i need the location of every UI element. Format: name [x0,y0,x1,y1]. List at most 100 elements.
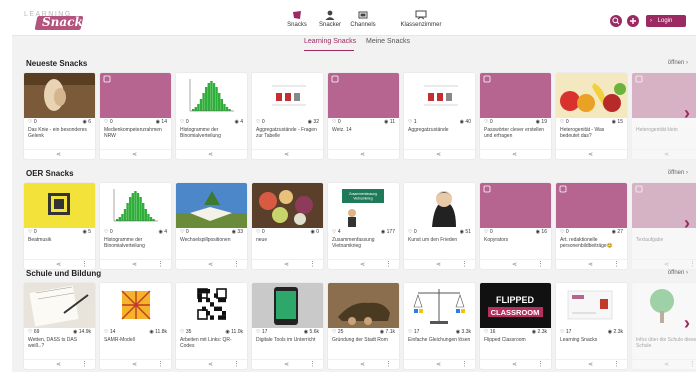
nav-channels[interactable]: Channels [340,10,386,28]
snack-card[interactable]: ♡ 0 ◉ 33 Wechselspillpositionen ⋖ ⋮ [176,183,247,269]
more-options-icon[interactable]: ⋮ [309,360,316,368]
share-icon[interactable]: ⋖ [664,261,669,268]
snack-thumbnail[interactable] [24,283,95,328]
more-options-icon[interactable]: ⋮ [233,260,240,268]
card-title[interactable]: Art. redaktionelle personenbildbeiträge😊 [560,237,624,249]
snack-thumbnail[interactable] [100,183,171,228]
card-title[interactable]: Wetz. 14 [332,127,396,133]
snack-thumbnail[interactable] [100,283,171,328]
snack-card[interactable]: ♡ 0 ◉ 5 Beatmusik ⋖ ⋮ [24,183,95,269]
share-icon[interactable]: ⋖ [132,151,137,158]
snack-thumbnail[interactable]: FLIPPED CLASSROOM [480,283,551,328]
share-icon[interactable]: ⋖ [436,261,441,268]
snack-thumbnail[interactable] [100,73,171,118]
more-options-icon[interactable]: ⋮ [385,260,392,268]
card-title[interactable]: Aggregatzustände [408,127,472,133]
snack-thumbnail[interactable] [176,183,247,228]
snack-thumbnail[interactable] [404,183,475,228]
snack-thumbnail[interactable] [252,73,323,118]
more-options-icon[interactable]: ⋮ [309,260,316,268]
section-open-link[interactable]: öffnen › [668,170,688,176]
card-title[interactable]: Medienkompetenzrahmen NRW [104,127,168,139]
share-icon[interactable]: ⋖ [588,151,593,158]
share-icon[interactable]: ⋖ [208,151,213,158]
carousel-next-arrow[interactable]: › [684,103,694,131]
more-options-icon[interactable]: ⋮ [157,360,164,368]
share-icon[interactable]: ⋖ [284,361,289,368]
card-title[interactable]: Heterogenität - Was bedeutet das? [560,127,624,139]
share-icon[interactable]: ⋖ [512,361,517,368]
card-title[interactable]: Histogramme der Binomialverteilung [104,237,168,249]
share-icon[interactable]: ⋖ [56,261,61,268]
like-count[interactable]: ♡ 4 [332,229,341,235]
snack-thumbnail[interactable] [404,73,475,118]
tab-learning-snacks[interactable]: Learning Snacks [304,38,356,45]
snack-card[interactable]: Zusammenfassung Vietnamkrieg ♡ 4 ◉ 177 Zusam… [328,183,399,269]
snack-card[interactable]: ♡ 0 ◉ 27 Art. redaktionelle personenbildbe… [556,183,627,269]
card-title[interactable]: Flipped Classroom [484,337,548,343]
snack-thumbnail[interactable] [24,73,95,118]
snack-card[interactable]: ♡ 0 ◉ 51 Kunst um den Frieden ⋖ ⋮ [404,183,475,269]
more-options-icon[interactable]: ⋮ [461,260,468,268]
snack-card[interactable]: ♡ 25 ◉ 7.1k Gründung der Stadt Rom ⋖ ⋮ [328,283,399,369]
card-title[interactable]: Einfache Gleichungen lösen [408,337,472,343]
share-icon[interactable]: ⋖ [436,361,441,368]
more-options-icon[interactable]: ⋮ [613,260,620,268]
snack-card[interactable]: ♡ 0 ◉ 0 neue ⋖ ⋮ [252,183,323,269]
snack-thumbnail[interactable]: Zusammenfassung Vietnamkrieg [328,183,399,228]
like-count[interactable]: ♡ 16 [484,329,495,335]
like-count[interactable]: ♡ 35 [180,329,191,335]
share-icon[interactable]: ⋖ [208,361,213,368]
snack-card[interactable]: ♡ 0 ◉ 16 Kopyrators ⋖ ⋮ [480,183,551,269]
snack-thumbnail[interactable] [556,73,627,118]
snack-card[interactable]: ♡ 0 ◉ 15 Heterogenität - Was bedeutet das?… [556,73,627,159]
like-count[interactable]: ♡ 0 [28,229,37,235]
nav-klassenzimmer[interactable]: Klassenzimmer [398,10,444,28]
more-options-icon[interactable]: ⋮ [157,260,164,268]
share-icon[interactable]: ⋖ [284,261,289,268]
snack-card[interactable]: ♡ 17 ◉ 2.3k Learning Snacks ⋖ ⋮ [556,283,627,369]
more-options-icon[interactable]: ⋮ [537,260,544,268]
share-icon[interactable]: ⋖ [588,361,593,368]
share-icon[interactable]: ⋖ [56,151,61,158]
card-title[interactable]: Zusammenfassung Vietnamkrieg [332,237,396,249]
like-count[interactable]: ♡ 0 [256,119,265,125]
more-options-icon[interactable]: ⋮ [233,360,240,368]
share-icon[interactable]: ⋖ [436,151,441,158]
share-icon[interactable]: ⋖ [588,261,593,268]
more-options-icon[interactable]: ⋮ [81,360,88,368]
card-title[interactable]: Kunst um den Frieden [408,237,472,243]
share-icon[interactable]: ⋖ [208,261,213,268]
like-count[interactable]: ♡ 0 [560,119,569,125]
share-icon[interactable]: ⋖ [56,361,61,368]
snack-card[interactable]: ♡ 0 ◉ 11 Wetz. 14 ⋖ [328,73,399,159]
more-options-icon[interactable]: ⋮ [461,360,468,368]
tab-meine-snacks[interactable]: Meine Snacks [366,38,410,45]
like-count[interactable]: ♡ 0 [180,119,189,125]
snack-card[interactable]: ♡ 17 ◉ 5.6k Digitale Tools im Unterricht ⋖ ⋮ [252,283,323,369]
like-count[interactable]: ♡ 0 [484,229,493,235]
more-options-icon[interactable]: ⋮ [81,260,88,268]
share-icon[interactable]: ⋖ [664,361,669,368]
add-button[interactable] [627,15,639,27]
card-title[interactable]: Digitale Tools im Unterricht [256,337,320,343]
like-count[interactable]: ♡ 0 [332,119,341,125]
section-open-link[interactable]: öffnen › [668,60,688,66]
card-title[interactable]: Gründung der Stadt Rom [332,337,396,343]
more-options-icon[interactable]: ⋮ [689,260,696,268]
snack-thumbnail[interactable] [480,73,551,118]
snack-thumbnail[interactable] [480,183,551,228]
snack-card[interactable]: ♡ 0 ◉ 6 Das Knie - ein besonderes Gelenk ⋖ [24,73,95,159]
more-options-icon[interactable]: ⋮ [385,360,392,368]
card-title[interactable]: Kopyrators [484,237,548,243]
card-title[interactable]: Das Knie - ein besonderes Gelenk [28,127,92,139]
card-title[interactable]: Learning Snacks [560,337,624,343]
more-options-icon[interactable]: ⋮ [537,360,544,368]
snack-thumbnail[interactable] [176,283,247,328]
login-button[interactable]: › Login [646,15,686,27]
share-icon[interactable]: ⋖ [132,361,137,368]
card-title[interactable]: Beatmusik [28,237,92,243]
snack-thumbnail[interactable] [252,283,323,328]
snack-card[interactable]: ♡ 0 ◉ 32 Aggregatzustände - Fragen zur Tab… [252,73,323,159]
like-count[interactable]: ♡ 0 [104,229,113,235]
